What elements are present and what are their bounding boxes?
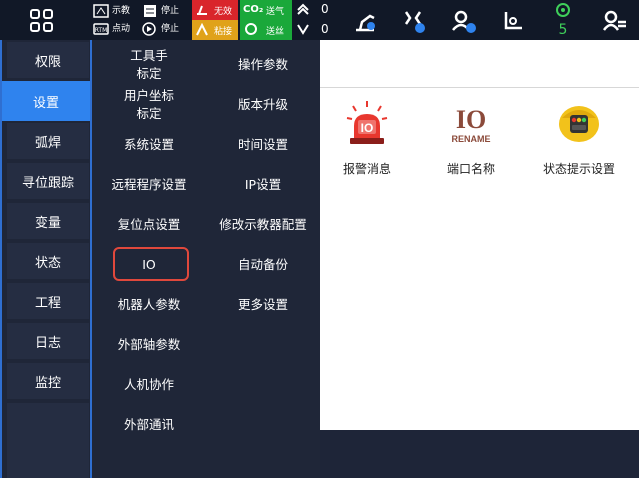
nav-item-project[interactable]: 工程 (7, 283, 89, 319)
svg-text:RENAME: RENAME (451, 134, 490, 144)
submenu-reset-point-settings[interactable]: 复位点设置 (92, 213, 206, 237)
submenu-robot-parameters[interactable]: 机器人参数 (92, 293, 206, 317)
submenu-modify-pendant-config[interactable]: 修改示教器配置 (206, 213, 320, 237)
tile-port-names-label: 端口名称 (446, 162, 495, 176)
submenu-user-coordinate-calibration[interactable]: 用户坐标 标定 (92, 85, 206, 125)
tile-status-hint-settings[interactable]: 状态提示设置 (529, 98, 629, 177)
nav-item-log[interactable]: 日志 (7, 323, 89, 359)
submenu-external-axis-parameters[interactable]: 外部轴参数 (92, 333, 206, 357)
left-navigation: 权限 设置 弧焊 寻位跟踪 变量 状态 工程 日志 监控 (0, 40, 92, 478)
speed-value: 5 (558, 22, 568, 38)
torch-icon (197, 5, 207, 15)
submenu-human-robot-collaboration[interactable]: 人机协作 (92, 373, 206, 397)
submenu-system-settings[interactable]: 系统设置 (92, 133, 206, 157)
invalid-indicator: 无效 (192, 0, 238, 20)
stick-label: 粘接 (214, 27, 233, 37)
gas-wire-indicator: CO₂ 送气 送丝 (240, 0, 292, 40)
wire-feed-icon (245, 23, 257, 35)
bottom-strip (320, 430, 639, 478)
robot-arm-icon[interactable] (352, 8, 378, 34)
io-rename-icon: IO RENAME (451, 105, 490, 144)
tile-alarm-messages[interactable]: IO 报警消息 (317, 98, 417, 177)
tile-port-names[interactable]: IO RENAME 端口名称 (421, 98, 521, 177)
submenu-more-settings[interactable]: 更多设置 (206, 293, 320, 317)
traffic-light-icon (559, 106, 599, 142)
co2-label: CO₂ (243, 4, 264, 15)
io-highlight-box (113, 247, 189, 281)
document-icon (144, 5, 156, 17)
nav-item-seam-tracking[interactable]: 寻位跟踪 (7, 163, 89, 199)
submenu-tool-calibration[interactable]: 工具手 标定 (92, 45, 206, 85)
submenu-operation-parameters[interactable]: 操作参数 (206, 53, 320, 77)
tool-indicator[interactable]: 5 (550, 2, 576, 38)
tile-alarm-messages-label: 报警消息 (342, 162, 391, 176)
submenu-remote-program-settings[interactable]: 远程程序设置 (92, 173, 206, 197)
value-up: 0 (321, 2, 329, 16)
invalid-label: 无效 (214, 7, 233, 17)
svg-text:IO: IO (361, 121, 374, 135)
value-down: 0 (321, 22, 329, 36)
tile-status-hint-settings-label: 状态提示设置 (542, 162, 615, 176)
svg-text:RTM: RTM (95, 27, 108, 34)
header-divider (320, 87, 639, 88)
nav-item-settings[interactable]: 设置 (2, 81, 90, 121)
stick-icon (196, 23, 208, 36)
user-settings-icon[interactable] (602, 8, 628, 34)
nav-item-permission[interactable]: 权限 (7, 42, 89, 78)
coordinate-icon[interactable] (500, 8, 526, 34)
stick-indicator: 粘接 (192, 20, 238, 40)
submenu-ip-settings[interactable]: IP设置 (206, 173, 320, 197)
play-icon (142, 22, 156, 36)
mode-status: 示教 RTM 点动 (93, 2, 130, 38)
teach-mode-label: 示教 (112, 6, 131, 16)
gripper-icon[interactable] (400, 8, 426, 34)
teach-icon (93, 4, 109, 18)
tool-icon (556, 3, 570, 17)
jog-mode-label: 点动 (112, 24, 131, 34)
user-icon[interactable] (450, 8, 476, 34)
nav-item-variables[interactable]: 变量 (7, 203, 89, 239)
submenu-external-communication[interactable]: 外部通讯 (92, 413, 206, 437)
submenu-auto-backup[interactable]: 自动备份 (206, 253, 320, 277)
submenu-time-settings[interactable]: 时间设置 (206, 133, 320, 157)
nav-item-arc-welding[interactable]: 弧焊 (7, 123, 89, 159)
nav-item-empty (7, 403, 89, 478)
wire-feed-label: 送丝 (266, 27, 285, 37)
top-status-bar: 示教 RTM 点动 停止 停止 无效 粘接 CO₂ 送气 送丝 0 0 5 (0, 0, 639, 40)
grid-menu-icon[interactable] (30, 9, 54, 33)
alarm-light-icon: IO (346, 101, 388, 144)
svg-text:IO: IO (456, 105, 486, 134)
submenu-version-upgrade[interactable]: 版本升级 (206, 93, 320, 117)
nav-item-monitor[interactable]: 监控 (7, 363, 89, 399)
stop-label-1: 停止 (161, 6, 180, 16)
jog-icon: RTM (93, 23, 109, 35)
run-status: 停止 停止 (142, 2, 179, 38)
down-icon (297, 24, 309, 35)
gas-feed-label: 送气 (266, 7, 285, 17)
nav-item-status[interactable]: 状态 (7, 243, 89, 279)
main-content: IO 报警消息 IO RENAME 端口名称 状态提示设置 (320, 40, 639, 430)
double-up-icon (297, 3, 309, 15)
stop-label-2: 停止 (161, 24, 180, 34)
